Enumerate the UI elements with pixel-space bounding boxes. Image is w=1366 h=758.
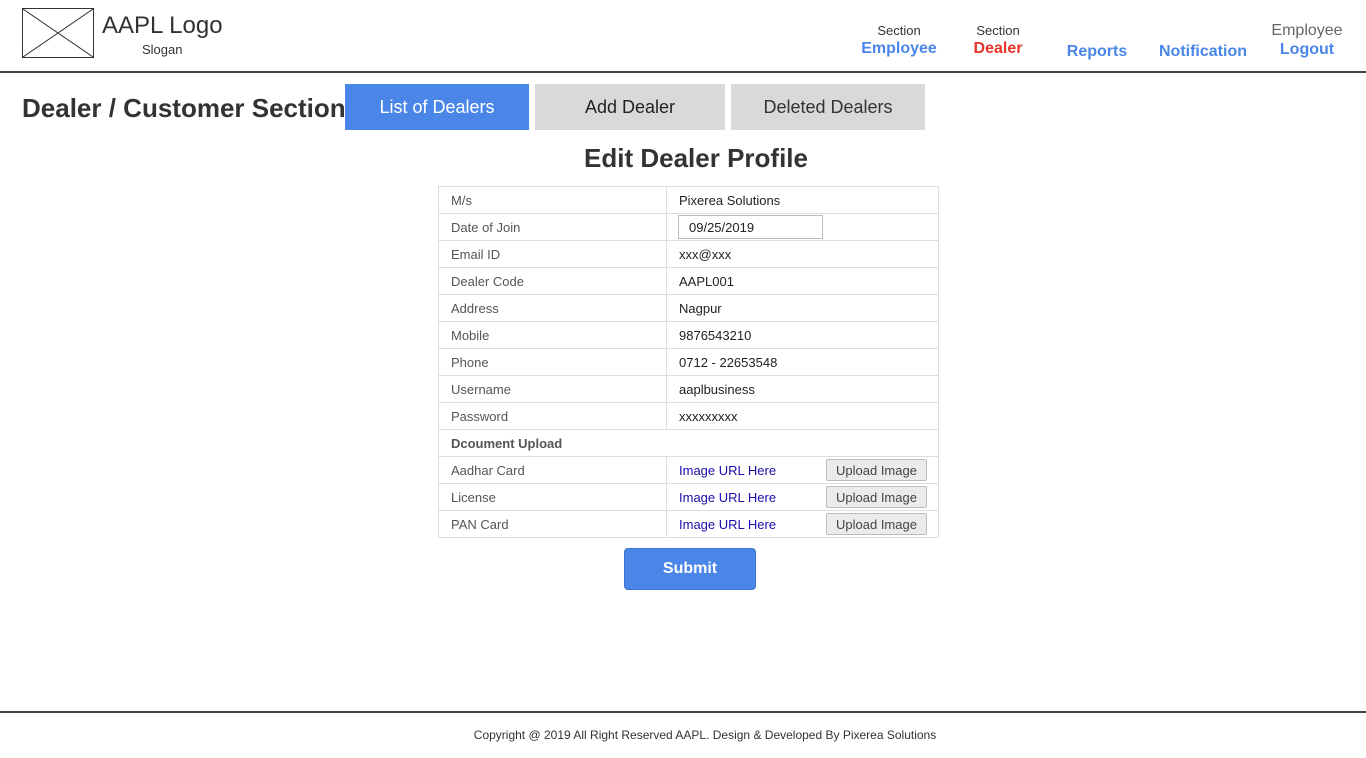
nav-logout-caption: Employee — [1271, 22, 1343, 39]
nav-reports-label: Reports — [1066, 43, 1128, 60]
table-row: Email ID xxx@xxx — [438, 240, 939, 268]
nav-employee-caption: Section — [877, 23, 921, 38]
tab-list-of-dealers[interactable]: List of Dealers — [345, 84, 529, 130]
logo-text: AAPL Logo — [102, 12, 223, 39]
slogan: Slogan — [142, 42, 183, 57]
nav-logout-label: Logout — [1279, 41, 1335, 58]
dealer-profile-form: M/s Pixerea Solutions Date of Join Email… — [438, 186, 939, 538]
table-row: License Image URL Here Upload Image — [438, 483, 939, 511]
table-row: Password xxxxxxxxx — [438, 402, 939, 430]
nav-employee-section[interactable]: Section Employee — [858, 23, 940, 59]
section-title: Dealer / Customer Section — [22, 93, 346, 123]
document-upload-heading: Dcoument Upload — [438, 429, 939, 457]
upload-aadhar-button[interactable]: Upload Image — [826, 459, 927, 481]
field-label: Mobile — [438, 321, 667, 349]
address-value: Nagpur — [666, 294, 939, 322]
upload-license-button[interactable]: Upload Image — [826, 486, 927, 508]
nav-dealer-label: Dealer — [973, 40, 1023, 57]
table-row: Dcoument Upload — [438, 429, 939, 457]
username-value: aaplbusiness — [666, 375, 939, 403]
field-label: M/s — [438, 186, 667, 214]
ms-value: Pixerea Solutions — [666, 186, 939, 214]
date-of-join-cell — [666, 213, 939, 241]
nav-dealer-caption: Section — [976, 23, 1020, 38]
password-value: xxxxxxxxx — [666, 402, 939, 430]
tab-deleted-dealers[interactable]: Deleted Dealers — [731, 84, 925, 130]
dealer-code-value: AAPL001 — [666, 267, 939, 295]
nav-notification-label: Notification — [1159, 43, 1247, 60]
table-row: Aadhar Card Image URL Here Upload Image — [438, 456, 939, 484]
nav-notification[interactable]: Notification — [1154, 42, 1252, 62]
field-label: Dealer Code — [438, 267, 667, 295]
nav-reports[interactable]: Reports — [1060, 42, 1134, 62]
email-value: xxx@xxx — [666, 240, 939, 268]
field-label: Password — [438, 402, 667, 430]
field-label: Email ID — [438, 240, 667, 268]
aadhar-card-cell: Image URL Here Upload Image — [666, 456, 939, 484]
pan-card-cell: Image URL Here Upload Image — [666, 510, 939, 538]
table-row: M/s Pixerea Solutions — [438, 186, 939, 214]
field-label: PAN Card — [438, 510, 667, 538]
license-cell: Image URL Here Upload Image — [666, 483, 939, 511]
footer-divider — [0, 711, 1366, 713]
footer-copyright: Copyright @ 2019 All Right Reserved AAPL… — [473, 728, 937, 742]
tab-add-dealer[interactable]: Add Dealer — [535, 84, 725, 130]
submit-button[interactable]: Submit — [624, 548, 756, 590]
header: AAPL Logo Slogan Section Employee Sectio… — [0, 0, 1366, 73]
license-image-link[interactable]: Image URL Here — [679, 490, 776, 505]
table-row: Address Nagpur — [438, 294, 939, 322]
table-row: Username aaplbusiness — [438, 375, 939, 403]
field-label: Address — [438, 294, 667, 322]
field-label: Date of Join — [438, 213, 667, 241]
table-row: Mobile 9876543210 — [438, 321, 939, 349]
nav-logout[interactable]: Employee Logout — [1264, 22, 1350, 60]
date-of-join-input[interactable] — [678, 215, 823, 239]
upload-pan-button[interactable]: Upload Image — [826, 513, 927, 535]
field-label: License — [438, 483, 667, 511]
field-label: Aadhar Card — [438, 456, 667, 484]
table-row: Dealer Code AAPL001 — [438, 267, 939, 295]
table-row: Date of Join — [438, 213, 939, 241]
table-row: Phone 0712 - 22653548 — [438, 348, 939, 376]
aadhar-image-link[interactable]: Image URL Here — [679, 463, 776, 478]
nav-employee-label: Employee — [861, 40, 937, 57]
field-label: Phone — [438, 348, 667, 376]
nav-dealer-section[interactable]: Section Dealer — [962, 23, 1034, 59]
logo-placeholder-icon — [22, 8, 94, 58]
table-row: PAN Card Image URL Here Upload Image — [438, 510, 939, 538]
mobile-value: 9876543210 — [666, 321, 939, 349]
pan-image-link[interactable]: Image URL Here — [679, 517, 776, 532]
form-title: Edit Dealer Profile — [584, 143, 808, 173]
field-label: Username — [438, 375, 667, 403]
phone-value: 0712 - 22653548 — [666, 348, 939, 376]
